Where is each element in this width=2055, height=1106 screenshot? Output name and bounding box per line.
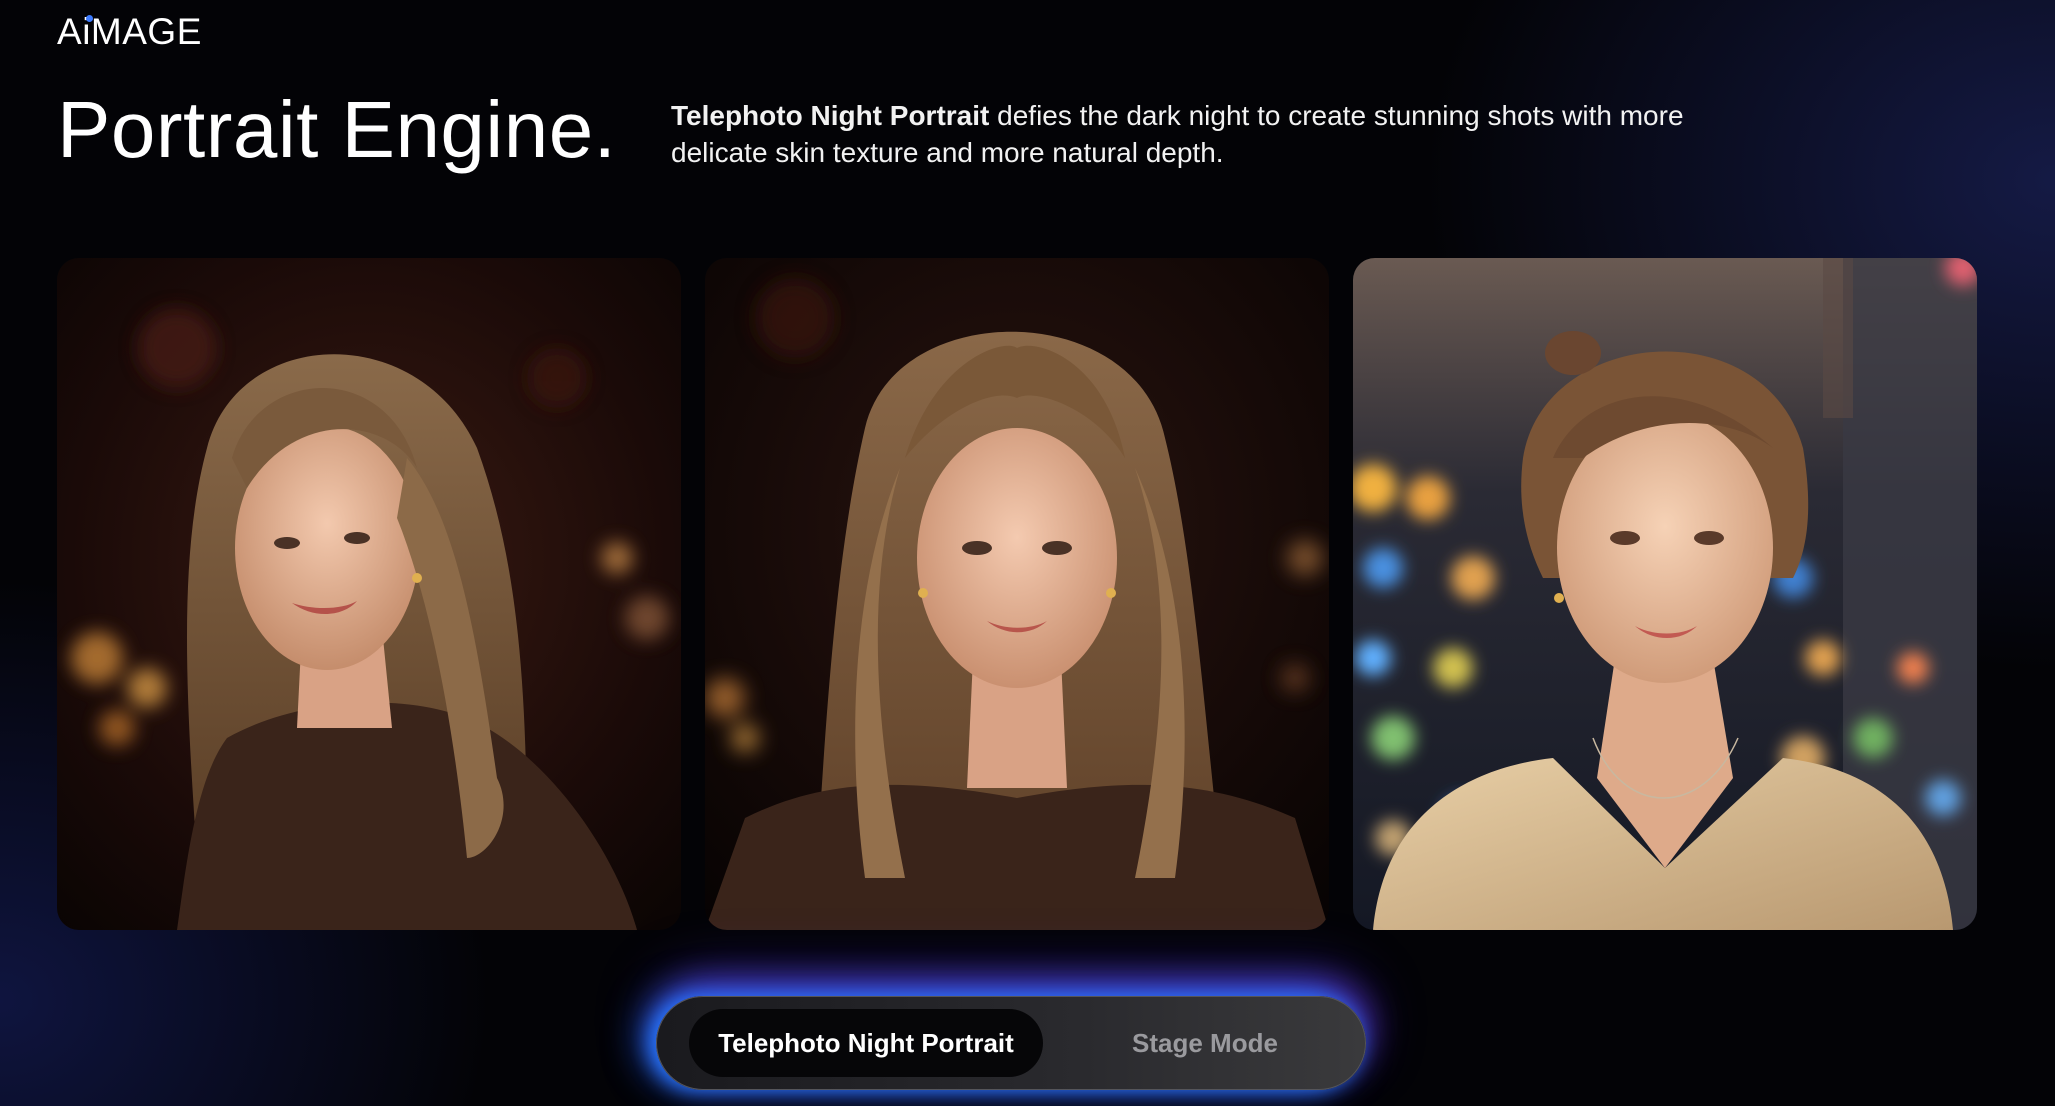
portrait-photo-1-image bbox=[57, 258, 681, 930]
mode-switch: Telephoto Night Portrait Stage Mode bbox=[656, 996, 1366, 1090]
portrait-photo-2 bbox=[705, 258, 1329, 930]
portrait-photo-2-image bbox=[705, 258, 1329, 930]
mode-option-telephoto-night-portrait[interactable]: Telephoto Night Portrait bbox=[689, 1009, 1043, 1077]
aimage-logo[interactable]: AiMAGE bbox=[57, 10, 202, 54]
page-title: Portrait Engine. bbox=[57, 85, 617, 174]
portrait-photo-3-image bbox=[1353, 258, 1977, 930]
hero-description: Telephoto Night Portrait defies the dark… bbox=[671, 97, 1731, 171]
description-emphasis: Telephoto Night Portrait bbox=[671, 100, 990, 131]
portrait-gallery bbox=[57, 258, 1977, 930]
mode-option-stage-mode[interactable]: Stage Mode bbox=[1077, 1009, 1333, 1077]
portrait-photo-3 bbox=[1353, 258, 1977, 930]
portrait-photo-1 bbox=[57, 258, 681, 930]
